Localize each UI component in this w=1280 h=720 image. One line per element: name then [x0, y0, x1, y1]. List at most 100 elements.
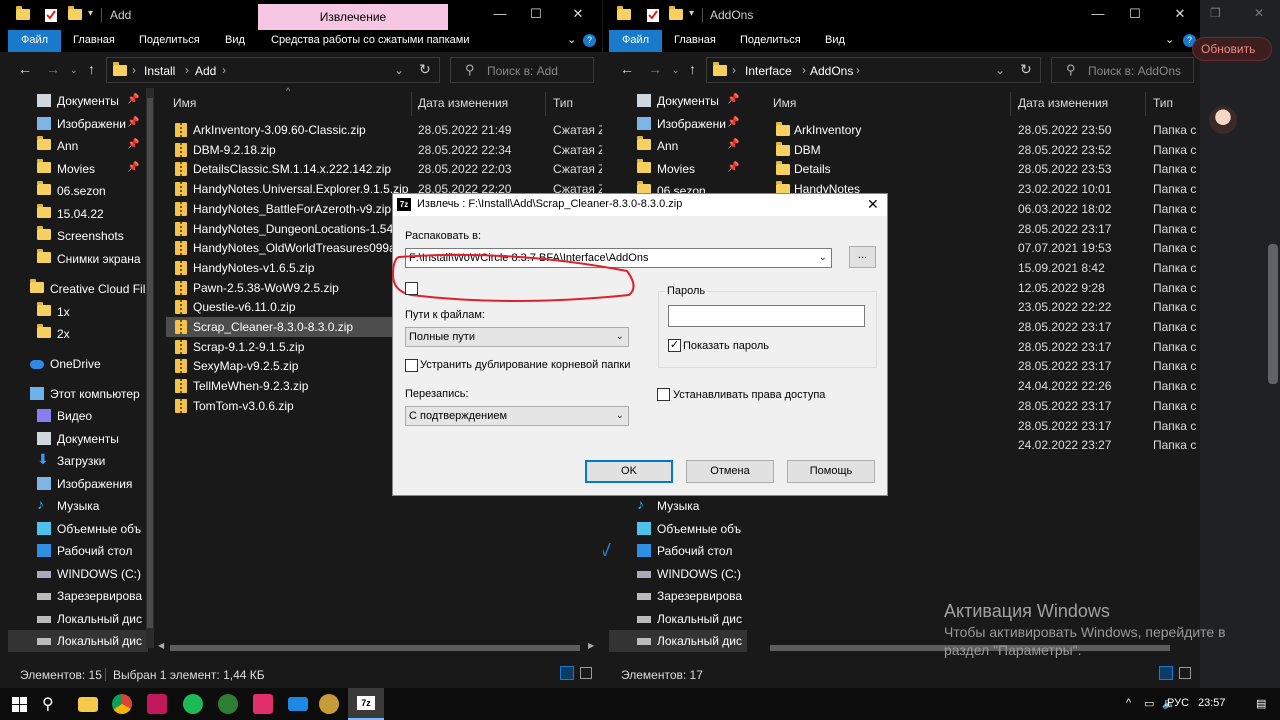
- nav-item[interactable]: Рабочий стол: [37, 540, 147, 562]
- search-input[interactable]: ⚲ Поиск в: AddOns: [1051, 57, 1194, 83]
- nav-item[interactable]: Документы 📌: [37, 90, 147, 112]
- nav-item[interactable]: Видео: [37, 405, 147, 427]
- notifications-icon[interactable]: ▤: [1256, 697, 1266, 710]
- large-icons-view-icon[interactable]: [1179, 667, 1191, 679]
- minimize-button[interactable]: —: [490, 6, 510, 21]
- forward-arrow-icon[interactable]: →: [46, 61, 60, 77]
- network-icon[interactable]: ▭: [1144, 697, 1154, 710]
- recent-dropdown-icon[interactable]: ⌄: [672, 65, 680, 76]
- tray-chevron-icon[interactable]: ^: [1126, 697, 1131, 709]
- chevron-down-icon[interactable]: ⌄: [819, 252, 827, 263]
- nav-scrollbar[interactable]: [146, 88, 154, 648]
- dialog-titlebar[interactable]: 7z Извлечь : F:\Install\Add\Scrap_Cleane…: [393, 194, 887, 216]
- large-icons-view-icon[interactable]: [580, 667, 592, 679]
- nav-item[interactable]: 1x: [37, 301, 147, 323]
- search-input[interactable]: ⚲ Поиск в: Add: [450, 57, 594, 83]
- nav-item[interactable]: Creative Cloud Fil: [30, 278, 148, 300]
- file-row[interactable]: ArkInventory 28.05.2022 23:50 Папка с ф: [769, 120, 1200, 140]
- quick-access-dropdown-icon[interactable]: ▾: [689, 8, 703, 24]
- file-row[interactable]: Details 28.05.2022 23:53 Папка с ф: [769, 159, 1200, 179]
- file-row[interactable]: ArkInventory-3.09.60-Classic.zip 28.05.20…: [166, 120, 602, 140]
- help-icon[interactable]: ?: [583, 34, 596, 47]
- nav-item[interactable]: Screenshots: [37, 225, 147, 247]
- nav-item[interactable]: Рабочий стол: [637, 540, 747, 562]
- context-tab-extract[interactable]: Извлечение: [258, 4, 448, 30]
- pin-icon[interactable]: 📌: [127, 162, 139, 173]
- file-row[interactable]: DBM-9.2.18.zip 28.05.2022 22:34 Сжатая Z: [166, 140, 602, 160]
- properties-icon[interactable]: [646, 7, 660, 23]
- browse-button[interactable]: ...: [849, 246, 876, 268]
- nav-item[interactable]: Локальный дис: [609, 630, 747, 652]
- recent-dropdown-icon[interactable]: ⌄: [70, 65, 78, 76]
- nav-item[interactable]: Movies 📌: [637, 158, 747, 180]
- cancel-button[interactable]: Отмена: [686, 460, 774, 483]
- spotify-icon[interactable]: [183, 694, 203, 714]
- column-name[interactable]: Имя: [773, 96, 796, 118]
- paths-combo[interactable]: Полные пути ⌄: [405, 327, 629, 347]
- column-divider[interactable]: [1010, 92, 1011, 116]
- nav-item[interactable]: ♪ Музыка: [37, 495, 147, 517]
- nav-item[interactable]: Документы 📌: [637, 90, 747, 112]
- scroll-right-icon[interactable]: ▶: [588, 641, 594, 650]
- dialog-close-button[interactable]: ✕: [867, 196, 879, 213]
- file-row[interactable]: DBM 28.05.2022 23:52 Папка с ф: [769, 140, 1200, 160]
- nav-item[interactable]: Снимки экрана: [37, 248, 147, 270]
- password-input[interactable]: [668, 305, 865, 327]
- file-row[interactable]: DetailsClassic.SM.1.14.x.222.142.zip 28.0…: [166, 159, 602, 179]
- pin-icon[interactable]: 📌: [127, 139, 139, 150]
- tab-home[interactable]: Главная: [73, 34, 115, 46]
- help-button[interactable]: Помощь: [787, 460, 875, 483]
- update-button[interactable]: Обновить: [1192, 37, 1272, 61]
- pin-icon[interactable]: 📌: [127, 117, 139, 128]
- nav-item[interactable]: Изображени 📌: [37, 113, 147, 135]
- right-titlebar[interactable]: ▾ AddOns — ☐ ✕: [603, 0, 1200, 30]
- nav-item[interactable]: Документы: [37, 428, 147, 450]
- mail-icon[interactable]: [288, 697, 308, 711]
- address-bar[interactable]: › Interface › AddOns › ⌄ ↻: [706, 57, 1041, 83]
- breadcrumb-interface[interactable]: Interface: [745, 64, 792, 78]
- ribbon-expand-icon[interactable]: ⌄: [1165, 33, 1174, 46]
- details-view-icon[interactable]: [1159, 666, 1173, 680]
- nav-item[interactable]: ⬇ Загрузки: [37, 450, 147, 472]
- nav-item[interactable]: Movies 📌: [37, 158, 147, 180]
- nav-item[interactable]: Ann 📌: [37, 135, 147, 157]
- pin-icon[interactable]: 📌: [727, 94, 739, 105]
- nav-item[interactable]: WINDOWS (C:): [37, 563, 147, 585]
- close-button[interactable]: ✕: [568, 6, 588, 22]
- up-arrow-icon[interactable]: ↑: [689, 61, 696, 77]
- nav-item[interactable]: Зарезервирова: [637, 585, 747, 607]
- nav-item[interactable]: Объемные объ: [37, 518, 147, 540]
- chrome-icon[interactable]: [112, 694, 132, 714]
- refresh-icon[interactable]: ↻: [419, 61, 431, 78]
- pin-icon[interactable]: 📌: [127, 94, 139, 105]
- maximize-button[interactable]: ☐: [526, 6, 546, 22]
- properties-icon[interactable]: [44, 7, 58, 23]
- chevron-down-icon[interactable]: ⌄: [616, 410, 624, 421]
- nav-item[interactable]: Объемные объ: [637, 518, 747, 540]
- nav-item[interactable]: Ann 📌: [637, 135, 747, 157]
- horizontal-scrollbar[interactable]: ◀ ▶: [156, 639, 598, 657]
- file-explorer-icon[interactable]: [78, 697, 98, 712]
- close-button[interactable]: ✕: [1170, 6, 1190, 22]
- clock[interactable]: 23:57: [1198, 697, 1226, 709]
- refresh-icon[interactable]: ↻: [1020, 61, 1032, 78]
- nav-item[interactable]: ♪ Музыка: [637, 495, 747, 517]
- column-type[interactable]: Тип: [1153, 96, 1173, 118]
- restore-icon[interactable]: ❐: [1210, 6, 1221, 20]
- show-password-checkbox[interactable]: ✓: [668, 339, 681, 352]
- scroll-left-icon[interactable]: ◀: [158, 641, 164, 650]
- tab-file[interactable]: Файл: [8, 30, 62, 52]
- avatar[interactable]: [1209, 106, 1237, 134]
- details-view-icon[interactable]: [560, 666, 574, 680]
- back-arrow-icon[interactable]: ←: [18, 61, 32, 77]
- tab-share[interactable]: Поделиться: [139, 34, 200, 46]
- address-dropdown-icon[interactable]: ⌄: [995, 63, 1005, 77]
- pin-icon[interactable]: 📌: [727, 117, 739, 128]
- scroll-thumb[interactable]: [147, 98, 153, 628]
- game-icon[interactable]: [319, 694, 339, 714]
- search-icon[interactable]: ⚲: [42, 694, 54, 714]
- breadcrumb-install[interactable]: Install: [144, 64, 175, 78]
- ok-button[interactable]: OK: [585, 460, 673, 483]
- chevron-down-icon[interactable]: ⌄: [616, 331, 624, 342]
- ribbon-expand-icon[interactable]: ⌄: [567, 33, 576, 46]
